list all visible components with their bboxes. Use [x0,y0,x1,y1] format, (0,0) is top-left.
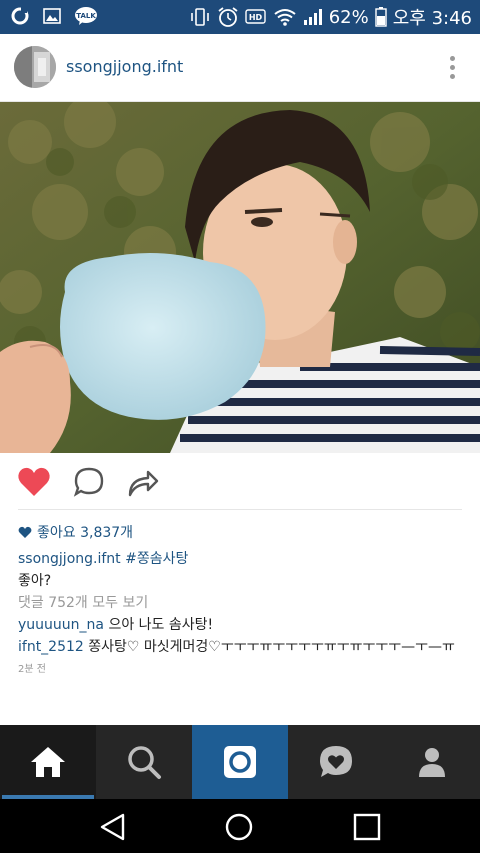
post-photo[interactable] [0,102,480,453]
post-header: ssongjjong.ifnt [0,34,480,102]
caption-text: 좋아? [18,573,52,589]
battery-icon [375,7,387,27]
alarm-icon [218,7,238,27]
hd-voice-icon: HD [245,9,266,24]
view-all-comments-link[interactable]: 댓글 752개 모두 보기 [18,592,148,612]
nav-search-tab[interactable] [96,725,192,799]
wifi-icon [274,9,296,26]
comment-row: ifnt_2512 쫑사탕♡ 마싯게머겅♡ㅜㅜㅜㅠㅜㅜㅜㅜㅠㅜㅠㅜㅜㅜ—ㅜ—ㅠ [18,636,480,656]
small-heart-icon [18,526,32,538]
caption-username[interactable]: ssongjjong.ifnt [18,551,121,567]
post-timestamp: 2분 전 [18,664,46,675]
comment-text: 쫑사탕♡ 마싯게머겅♡ㅜㅜㅜㅠㅜㅜㅜㅜㅠㅜㅠㅜㅜㅜ—ㅜ—ㅠ [88,639,455,655]
bottom-navigation [0,725,480,799]
comment-icon[interactable] [72,465,106,499]
signal-icon [303,9,322,25]
comment-username[interactable]: ifnt_2512 [18,639,84,655]
back-icon[interactable] [98,812,128,842]
like-heart-icon[interactable] [17,465,51,499]
nav-activity-tab[interactable] [288,725,384,799]
gallery-icon [42,6,62,26]
like-count[interactable]: 좋아요 3,837개 [18,522,133,542]
nav-camera-tab[interactable] [192,725,288,799]
activity-heart-icon [320,746,352,777]
nav-home-tab[interactable] [0,725,96,799]
clock: 오후 3:46 [392,8,472,29]
post-username[interactable]: ssongjjong.ifnt [66,57,183,76]
comment-username[interactable]: yuuuuun_na [18,617,104,633]
system-navigation-bar [0,799,480,853]
comment-row: yuuuuun_na 으아 나도 솜사탕! [18,614,213,634]
avatar[interactable] [14,46,56,88]
home-icon [31,747,65,777]
o-app-icon [10,6,30,26]
caption-hashtag[interactable]: #쫑솜사탕 [125,551,188,567]
like-count-text: 좋아요 3,837개 [37,525,134,541]
home-circle-icon[interactable] [224,812,254,842]
post-actions [0,453,480,510]
profile-icon [419,748,445,777]
svg-text:HD: HD [249,13,263,22]
instagram-screen: TALK HD 62% 오후 3:46 ssongjjong.ifnt 좋아요 … [0,0,480,853]
vibrate-icon [190,8,209,26]
caption: ssongjjong.ifnt #쫑솜사탕 [18,548,188,568]
camera-icon [224,746,256,778]
more-options-icon[interactable] [450,56,456,80]
battery-percent: 62% [328,6,369,28]
recents-icon[interactable] [352,812,382,842]
nav-profile-tab[interactable] [384,725,480,799]
search-icon [128,746,161,779]
divider [18,509,462,510]
status-bar: TALK HD 62% 오후 3:46 [0,0,480,34]
comment-text: 으아 나도 솜사탕! [108,617,214,633]
kakaotalk-icon: TALK [74,6,98,26]
share-icon[interactable] [126,465,160,499]
svg-text:TALK: TALK [76,12,96,20]
